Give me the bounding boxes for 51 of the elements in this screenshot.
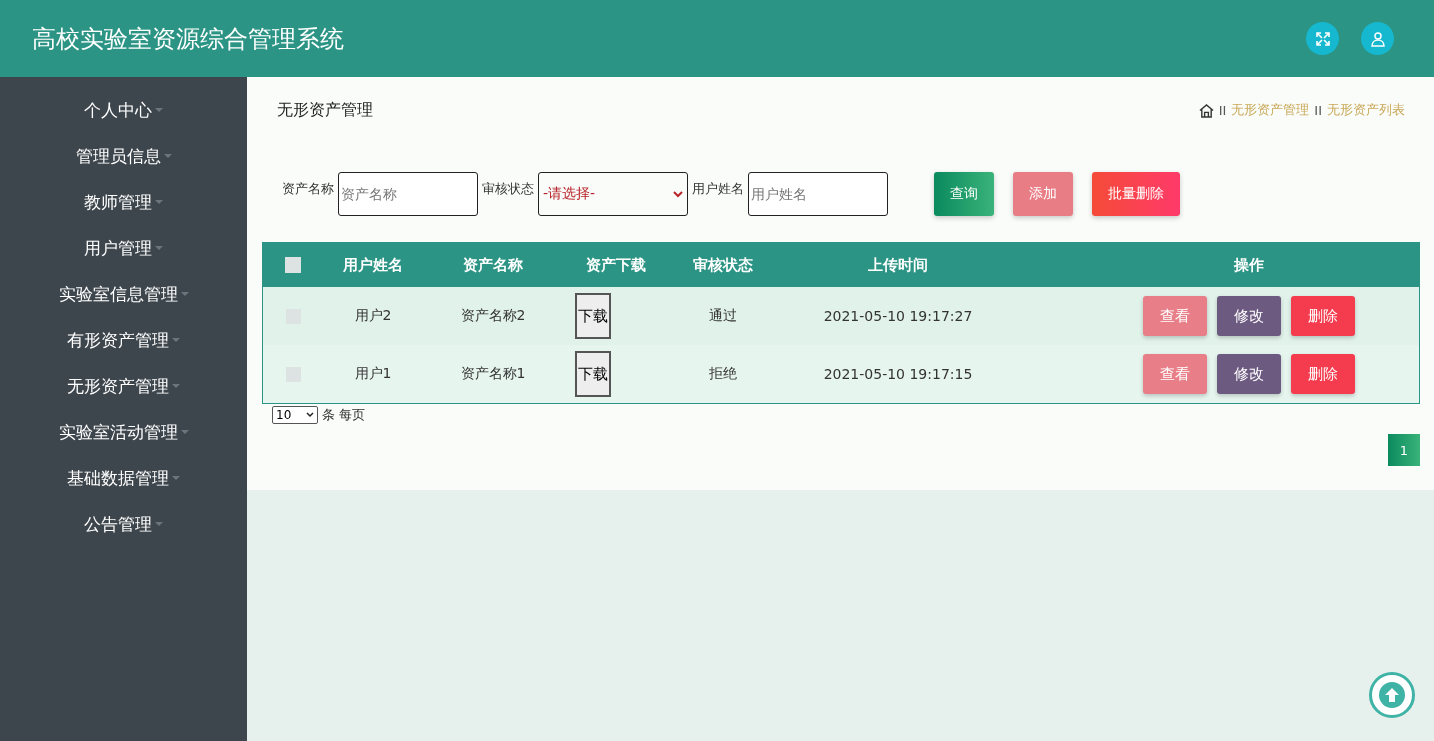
sidebar-item[interactable]: 基础数据管理 (67, 467, 180, 489)
sidebar-item[interactable]: 实验室信息管理 (58, 283, 189, 305)
fullscreen-icon[interactable] (1306, 22, 1339, 55)
input-field[interactable]: 用户姓名 (748, 172, 888, 216)
download-button[interactable]: 下载 (575, 351, 611, 397)
table-cell-text: 资产名称1 (459, 365, 527, 383)
sidebar-item[interactable]: 教师管理 (84, 191, 163, 213)
input-field[interactable]: 资产名称 (338, 172, 478, 216)
column-header: 操作 (1232, 255, 1265, 275)
breadcrumb-separator: II (1218, 102, 1227, 118)
table-cell-text: 2021-05-10 19:17:15 (822, 366, 974, 382)
delete-button[interactable]: 批量删除 (1092, 172, 1180, 216)
download-button[interactable]: 下载 (575, 293, 611, 339)
filter-label: 资产名称 (282, 180, 334, 198)
column-header: 用户姓名 (342, 255, 404, 275)
delete-button[interactable]: 删除 (1290, 296, 1355, 336)
sidebar-item[interactable]: 有形资产管理 (67, 329, 180, 351)
table-cell-text: 拒绝 (708, 365, 738, 383)
page-size-select[interactable]: 10 (272, 406, 318, 424)
column-header: 资产下载 (584, 255, 647, 275)
table-cell-text: 资产名称2 (459, 307, 527, 325)
user-icon[interactable] (1361, 22, 1394, 55)
table-cell-text: 2021-05-10 19:17:27 (822, 308, 974, 324)
filter-label: 用户姓名 (692, 180, 744, 198)
sidebar-item[interactable]: 管理员信息 (75, 145, 172, 167)
page-size-label: 条 每页 (322, 406, 366, 424)
scroll-top-icon[interactable] (1369, 672, 1415, 718)
status-select[interactable]: -请选择- (538, 172, 688, 216)
column-header: 资产名称 (462, 255, 524, 275)
chevron-icon (673, 190, 683, 198)
search-button[interactable]: 查询 (934, 172, 994, 216)
sidebar-item[interactable]: 实验室活动管理 (58, 421, 189, 443)
breadcrumb-separator: II (1314, 102, 1322, 118)
home-icon[interactable] (1198, 102, 1214, 118)
table-cell-text: 用户1 (353, 365, 393, 383)
edit-button[interactable]: 修改 (1216, 354, 1281, 394)
table-cell-text: 通过 (708, 307, 738, 325)
edit-button[interactable]: 修改 (1216, 296, 1281, 336)
column-header: 审核状态 (692, 255, 754, 275)
chevron-icon (306, 412, 314, 418)
delete-button[interactable]: 删除 (1290, 354, 1355, 394)
sidebar-item[interactable]: 无形资产管理 (67, 375, 180, 397)
checkbox[interactable] (285, 257, 301, 273)
table-cell-text: 用户2 (353, 307, 393, 325)
filter-label: 审核状态 (482, 180, 534, 198)
page-title: 无形资产管理 (277, 99, 373, 121)
sidebar-item[interactable]: 个人中心 (84, 99, 163, 121)
column-header: 上传时间 (867, 255, 929, 275)
sidebar-item[interactable]: 公告管理 (84, 513, 163, 535)
app-title: 高校实验室资源综合管理系统 (32, 23, 344, 55)
sidebar-item[interactable]: 用户管理 (84, 237, 163, 259)
